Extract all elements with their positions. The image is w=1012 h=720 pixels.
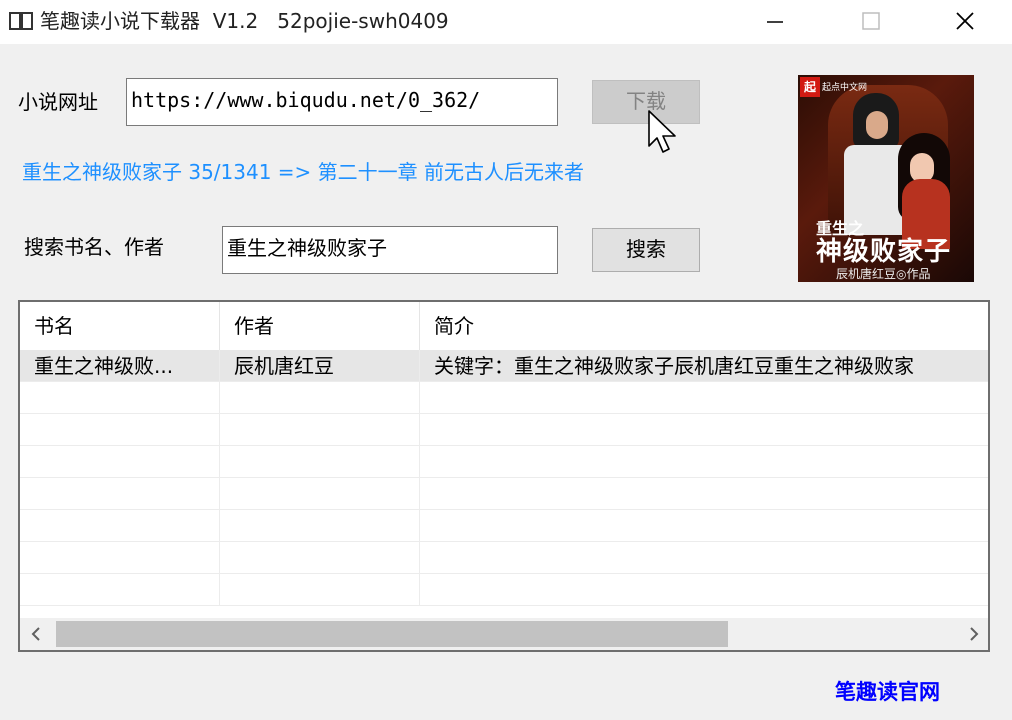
url-input[interactable]: https://www.biqudu.net/0_362/ bbox=[126, 78, 558, 126]
cell-intro: 关键字：重生之神级败家子辰机唐红豆重生之神级败家 bbox=[434, 354, 914, 378]
download-status: 重生之神级败家子 35/1341 => 第二十一章 前无古人后无来者 bbox=[22, 160, 585, 184]
empty-cell bbox=[220, 478, 420, 510]
empty-cell bbox=[20, 446, 220, 478]
empty-cell bbox=[220, 414, 420, 446]
column-header-intro[interactable]: 简介 bbox=[420, 302, 988, 350]
cover-logo-text: 起点中文网 bbox=[822, 83, 868, 93]
empty-row bbox=[20, 542, 988, 574]
results-table[interactable]: 书名 作者 简介 重生之神级败... 辰机唐红豆 关键字：重生之神级败家子辰机唐… bbox=[18, 300, 990, 652]
empty-cell bbox=[20, 574, 220, 606]
empty-cell bbox=[220, 574, 420, 606]
horizontal-scrollbar[interactable] bbox=[20, 618, 990, 650]
table-header: 书名 作者 简介 bbox=[20, 302, 988, 350]
maximize-icon bbox=[862, 12, 880, 30]
empty-row bbox=[20, 446, 988, 478]
empty-cell bbox=[20, 510, 220, 542]
search-label: 搜索书名、作者 bbox=[24, 235, 164, 259]
book-icon bbox=[9, 12, 33, 30]
empty-cell bbox=[20, 382, 220, 414]
download-button[interactable]: 下载 bbox=[592, 80, 700, 124]
empty-row bbox=[20, 574, 988, 606]
column-header-title[interactable]: 书名 bbox=[20, 302, 220, 350]
empty-cell bbox=[220, 542, 420, 574]
official-site-link[interactable]: 笔趣读官网 bbox=[835, 678, 940, 706]
empty-row bbox=[20, 382, 988, 414]
cover-logo-badge: 起 bbox=[800, 77, 820, 97]
empty-cell bbox=[20, 414, 220, 446]
maximize-button[interactable] bbox=[848, 0, 894, 44]
search-button[interactable]: 搜索 bbox=[592, 228, 700, 272]
url-label: 小说网址 bbox=[18, 90, 98, 114]
cover-man-face bbox=[866, 111, 888, 139]
empty-cell bbox=[20, 542, 220, 574]
scroll-right-icon[interactable] bbox=[958, 618, 990, 650]
scrollbar-thumb[interactable] bbox=[56, 621, 728, 647]
cover-author: 辰机唐红豆◎作品 bbox=[836, 267, 931, 281]
search-input[interactable]: 重生之神级败家子 bbox=[222, 226, 558, 274]
title-bar: 笔趣读小说下载器 V1.2 52pojie-swh0409 bbox=[0, 0, 1012, 44]
close-button[interactable] bbox=[942, 0, 988, 44]
book-cover-image: 起 起点中文网 重生之 神级败家子 辰机唐红豆◎作品 bbox=[798, 75, 974, 282]
empty-cell bbox=[220, 510, 420, 542]
empty-cell bbox=[220, 382, 420, 414]
mouse-cursor-icon bbox=[648, 110, 676, 153]
window-title: 笔趣读小说下载器 V1.2 52pojie-swh0409 bbox=[40, 9, 449, 33]
cover-title-line2: 神级败家子 bbox=[816, 237, 952, 267]
empty-row bbox=[20, 510, 988, 542]
minimize-button[interactable] bbox=[752, 0, 798, 44]
empty-row bbox=[20, 478, 988, 510]
table-row[interactable]: 重生之神级败... 辰机唐红豆 关键字：重生之神级败家子辰机唐红豆重生之神级败家 bbox=[20, 350, 988, 382]
close-icon bbox=[956, 12, 974, 30]
empty-row bbox=[20, 414, 988, 446]
empty-cell bbox=[220, 446, 420, 478]
column-header-author[interactable]: 作者 bbox=[220, 302, 420, 350]
empty-cell bbox=[20, 478, 220, 510]
scroll-left-icon[interactable] bbox=[20, 618, 52, 650]
cell-author: 辰机唐红豆 bbox=[220, 350, 420, 382]
cell-title: 重生之神级败... bbox=[20, 350, 220, 382]
minimize-icon bbox=[767, 21, 783, 23]
